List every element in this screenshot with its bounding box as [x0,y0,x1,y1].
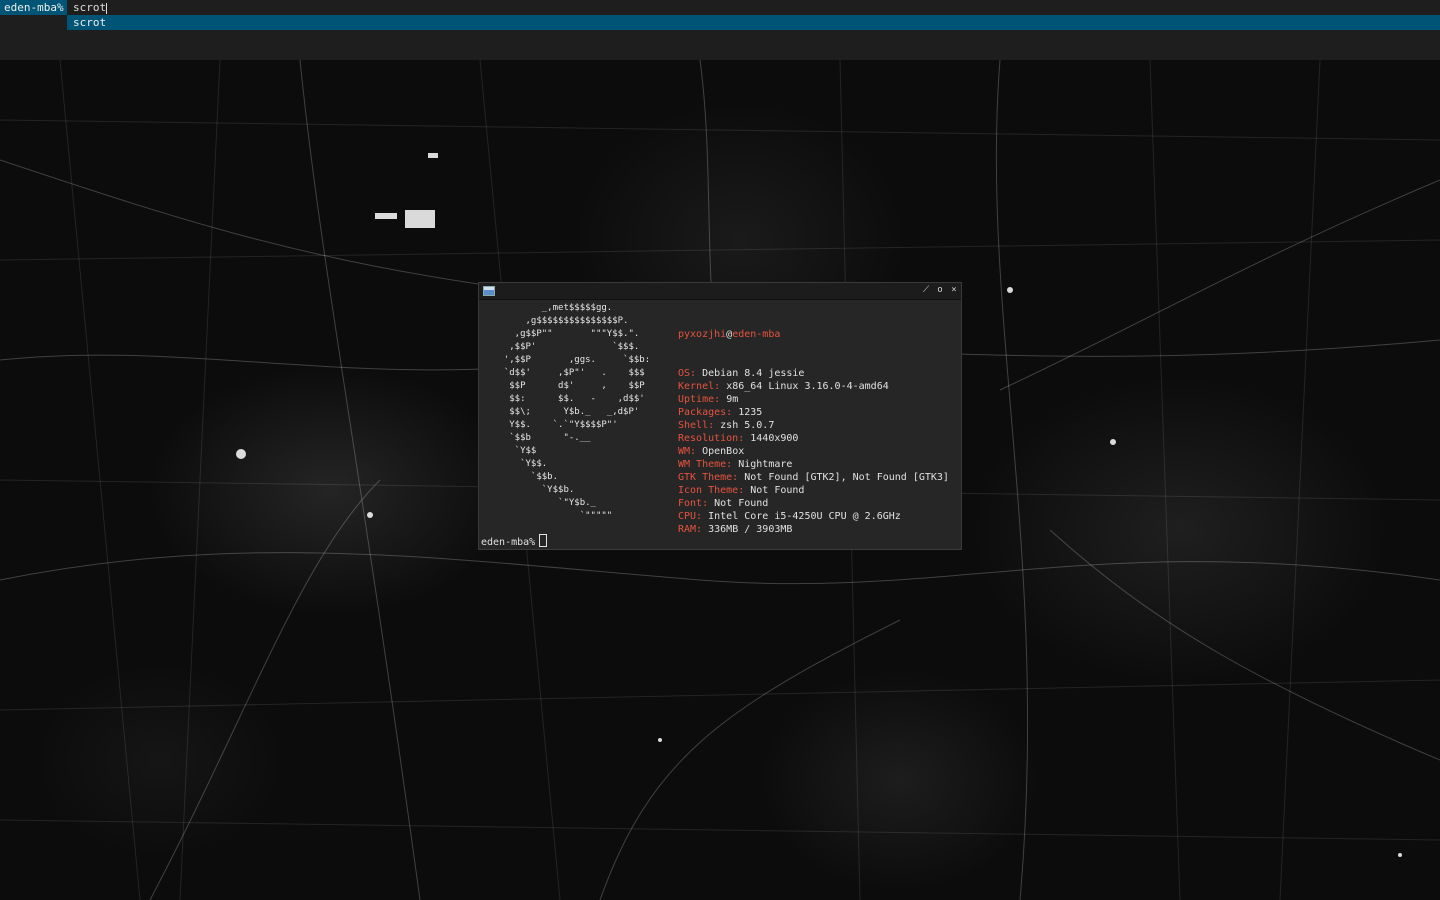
info-key: Resolution: [678,433,745,444]
launcher-suggestion-item[interactable]: scrot [67,15,1440,30]
info-key: Kernel: [678,381,721,392]
host-name: eden-mba [732,329,781,340]
info-key: WM: [678,446,697,457]
logo-line: `d$$' ,$P"' . $$$ [493,368,645,378]
logo-line: `Y$$b. [493,485,575,495]
logo-line: `"Y$b._ [493,498,596,508]
logo-line: Y$$. `.`"Y$$$$P"' [493,420,618,430]
info-value: OpenBox [702,446,745,457]
info-row: GTK Theme: Not Found [GTK2], Not Found [… [678,471,949,484]
logo-line: $$: $$. - ,d$$' [493,394,645,404]
shell-prompt-line[interactable]: eden-mba% [481,534,548,550]
info-row: Kernel: x86_64 Linux 3.16.0-4-amd64 [678,380,949,393]
info-row: RAM: 336MB / 3903MB [678,523,949,536]
info-key: GTK Theme: [678,472,739,483]
iconify-icon[interactable]: ⟋ [920,284,932,297]
info-key: Packages: [678,407,733,418]
info-row: Resolution: 1440x900 [678,432,949,445]
info-value: zsh 5.0.7 [720,420,775,431]
info-value: 1235 [738,407,763,418]
logo-line: `""""" [493,511,613,521]
terminal-content[interactable]: _,met$$$$$gg. ,g$$$$$$$$$$$$$$$P. ,g$$P"… [479,300,961,550]
info-row: Icon Theme: Not Found [678,484,949,497]
info-key: Font: [678,498,709,509]
logo-line: `Y$$ [493,446,537,456]
info-key: CPU: [678,511,703,522]
launcher-prompt: eden-mba% [0,0,68,15]
info-value: Not Found [714,498,769,509]
logo-line: $$\; Y$b._ _,d$P' [493,407,640,417]
info-row: CPU: Intel Core i5-4250U CPU @ 2.6GHz [678,510,949,523]
logo-line: ,g$$$$$$$$$$$$$$$P. [493,316,629,326]
close-icon[interactable]: × [948,284,960,297]
info-row: Packages: 1235 [678,406,949,419]
info-value: x86_64 Linux 3.16.0-4-amd64 [726,381,889,392]
info-row: WM: OpenBox [678,445,949,458]
info-row: Uptime: 9m [678,393,949,406]
info-value: Not Found [GTK2], Not Found [GTK3] [744,472,949,483]
launcher-search-input[interactable]: scrot [67,0,1439,15]
launcher-query-text: scrot [73,1,107,14]
text-cursor [106,2,108,14]
info-row: Shell: zsh 5.0.7 [678,419,949,432]
info-key: Shell: [678,420,715,431]
info-value: 336MB / 3903MB [708,524,793,535]
info-row: OS: Debian 8.4 jessie [678,367,949,380]
logo-line: ',$$P ,ggs. `$$b: [493,355,651,365]
shell-prompt: eden-mba% [481,537,536,548]
info-key: WM Theme: [678,459,733,470]
logo-line: ,g$$P"" """Y$$.". [493,329,640,339]
window-app-icon[interactable] [483,286,495,296]
info-key: RAM: [678,524,703,535]
logo-line: $$P d$' , $$P [493,381,645,391]
app-launcher: eden-mba% scrot scrot [0,0,1440,60]
logo-line: `Y$$. [493,459,548,469]
debian-ascii-logo: _,met$$$$$gg. ,g$$$$$$$$$$$$$$$P. ,g$$P"… [493,302,650,523]
info-value: Not Found [750,485,805,496]
terminal-titlebar[interactable]: ⟋ o × [479,283,961,300]
logo-line: `$$b "-.__ [493,433,591,443]
block-cursor [539,534,548,547]
info-key: OS: [678,368,697,379]
info-value: 9m [726,394,739,405]
info-key: Uptime: [678,394,721,405]
terminal-window[interactable]: ⟋ o × _,met$$$$$gg. ,g$$$$$$$$$$$$$$$P. … [478,282,962,550]
maximize-icon[interactable]: o [934,284,946,297]
info-row: Font: Not Found [678,497,949,510]
info-key: Icon Theme: [678,485,745,496]
info-row: WM Theme: Nightmare [678,458,949,471]
user-name: pyxozjhi [678,329,727,340]
info-rows: OS: Debian 8.4 jessie Kernel: x86_64 Linu… [678,367,949,536]
info-value: Intel Core i5-4250U CPU @ 2.6GHz [708,511,901,522]
logo-line: ,$$P' `$$$. [493,342,640,352]
info-value: Debian 8.4 jessie [702,368,805,379]
info-value: Nightmare [738,459,793,470]
system-info: pyxozjhi@eden-mba OS: Debian 8.4 jessie K… [678,302,949,550]
logo-line: _,met$$$$$gg. [493,303,613,313]
logo-line: `$$b. [493,472,559,482]
user-host-line: pyxozjhi@eden-mba [678,328,949,341]
info-value: 1440x900 [750,433,799,444]
